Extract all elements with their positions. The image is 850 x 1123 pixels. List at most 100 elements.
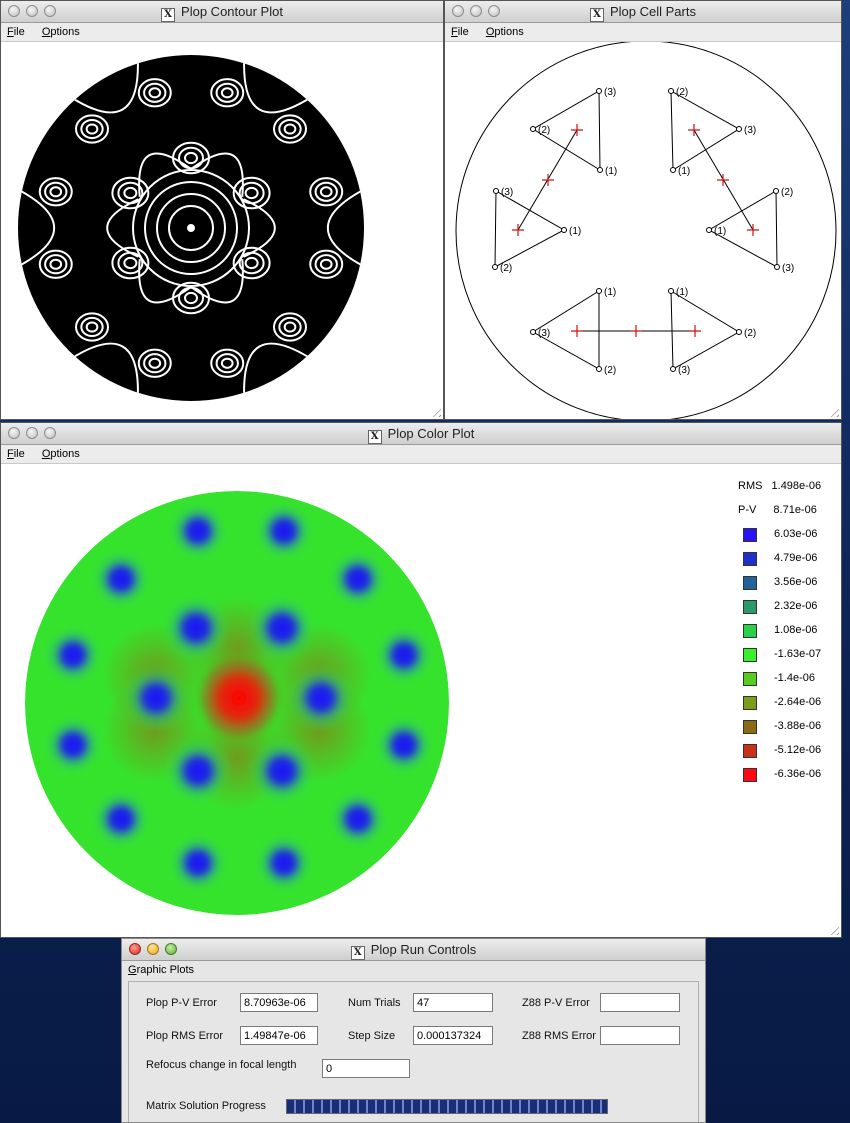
cell-vertex bbox=[492, 264, 498, 270]
cell-centroid-marker bbox=[542, 174, 554, 186]
num-trials-field[interactable] bbox=[413, 993, 493, 1012]
color-region-blue bbox=[122, 664, 190, 732]
cell-vertex bbox=[670, 167, 676, 173]
legend-swatch bbox=[743, 768, 757, 782]
cell-vertex bbox=[493, 188, 499, 194]
cell-vertex-label: (2) bbox=[781, 187, 793, 198]
cell-vertex bbox=[736, 329, 742, 335]
plop-pv-error-field[interactable] bbox=[240, 993, 318, 1012]
cell-vertex bbox=[736, 126, 742, 132]
legend-value: 3.56e-06 bbox=[774, 576, 818, 588]
color-region-blue bbox=[287, 664, 355, 732]
color-region-blue bbox=[162, 594, 230, 662]
cell-vertex bbox=[596, 88, 602, 94]
legend-swatch bbox=[743, 696, 757, 710]
menu-graphic-plots[interactable]: Graphic Plots bbox=[128, 964, 202, 976]
window-title: Plop Run Controls bbox=[370, 942, 477, 957]
cell-centroid-marker bbox=[689, 325, 701, 337]
refocus-label: Refocus change in focal length bbox=[146, 1059, 297, 1071]
progress-fill bbox=[287, 1100, 607, 1113]
cell-vertex bbox=[706, 227, 712, 233]
cells-menubar: File Options bbox=[445, 23, 841, 42]
cell-centroid-marker bbox=[571, 124, 583, 136]
x11-icon: X bbox=[367, 430, 382, 444]
legend-value: -3.88e-06 bbox=[774, 720, 822, 732]
cell-vertex bbox=[668, 288, 674, 294]
plop-pv-error-label: Plop P-V Error bbox=[146, 997, 217, 1009]
cell-triangle bbox=[670, 90, 740, 171]
legend-swatch bbox=[743, 744, 757, 758]
matrix-progress-bar bbox=[286, 1099, 608, 1114]
cells-titlebar[interactable]: X Plop Cell Parts bbox=[445, 1, 841, 23]
z88-pv-error-field[interactable] bbox=[600, 993, 680, 1012]
resize-grip-icon[interactable] bbox=[827, 923, 839, 935]
color-titlebar[interactable]: X Plop Color Plot bbox=[1, 423, 841, 445]
legend-value: -5.12e-06 bbox=[774, 744, 822, 756]
cell-vertex-label: (3) bbox=[604, 87, 616, 98]
legend-value: -1.63e-07 bbox=[774, 648, 822, 660]
cell-vertex bbox=[597, 167, 603, 173]
legend-swatch bbox=[743, 552, 757, 566]
cell-vertex bbox=[596, 366, 602, 372]
cell-centroid-marker bbox=[571, 325, 583, 337]
menu-options[interactable]: Options bbox=[486, 26, 532, 38]
legend-value: 1.08e-06 bbox=[774, 624, 818, 636]
legend-swatch bbox=[743, 528, 757, 542]
cell-vertex bbox=[596, 288, 602, 294]
cell-vertex-label: (2) bbox=[744, 328, 756, 339]
contour-plot bbox=[18, 55, 364, 401]
legend-value: 2.32e-06 bbox=[774, 600, 818, 612]
menu-options[interactable]: Options bbox=[42, 26, 88, 38]
cell-centroid-marker bbox=[512, 224, 524, 236]
menu-options[interactable]: Options bbox=[42, 448, 88, 460]
color-region-blue bbox=[328, 789, 388, 849]
window-title: Plop Color Plot bbox=[387, 426, 475, 441]
menu-file[interactable]: File bbox=[7, 448, 33, 460]
cell-parts-plot: (3) (1) (2) (2) (1) (3) (3) (2) (1) (2) (3) (1) (1) (… bbox=[455, 42, 837, 419]
cell-vertex-label: (2) bbox=[538, 125, 550, 136]
window-title: Plop Contour Plot bbox=[181, 4, 283, 19]
color-region-blue bbox=[254, 833, 314, 893]
color-region-blue bbox=[168, 833, 228, 893]
run-menubar: Graphic Plots bbox=[122, 961, 705, 979]
color-region-red bbox=[195, 654, 283, 742]
step-size-label: Step Size bbox=[348, 1030, 396, 1042]
legend-swatch bbox=[743, 576, 757, 590]
z88-rms-error-field[interactable] bbox=[600, 1026, 680, 1045]
step-size-field[interactable] bbox=[413, 1026, 493, 1045]
cell-vertex-label: (2) bbox=[676, 87, 688, 98]
legend-value: -2.64e-06 bbox=[774, 696, 822, 708]
legend-value: -6.36e-06 bbox=[774, 768, 822, 780]
cell-vertex-label: (1) bbox=[676, 287, 688, 298]
refocus-field[interactable] bbox=[322, 1059, 410, 1078]
x11-icon: X bbox=[161, 8, 176, 22]
cell-vertex-label: (1) bbox=[714, 226, 726, 237]
run-titlebar[interactable]: X Plop Run Controls bbox=[122, 939, 705, 961]
matrix-progress-label: Matrix Solution Progress bbox=[146, 1100, 266, 1112]
x11-icon: X bbox=[590, 8, 604, 22]
legend-value: -1.4e-06 bbox=[774, 672, 815, 684]
color-region-blue bbox=[248, 594, 316, 662]
cell-centroid-marker bbox=[688, 124, 700, 136]
menu-file[interactable]: File bbox=[7, 26, 33, 38]
legend-value: 4.79e-06 bbox=[774, 552, 818, 564]
color-region-blue bbox=[164, 737, 232, 805]
rms-readout: RMS 1.498e-06 bbox=[738, 480, 821, 492]
cell-parts-window: X Plop Cell Parts File Options (3) (1) (2) (… bbox=[444, 0, 842, 420]
cell-vertex bbox=[774, 264, 780, 270]
cell-vertex-label: (3) bbox=[744, 125, 756, 136]
color-region-blue bbox=[254, 501, 314, 561]
plop-rms-error-field[interactable] bbox=[240, 1026, 318, 1045]
contour-titlebar[interactable]: X Plop Contour Plot bbox=[1, 1, 443, 23]
x11-icon: X bbox=[350, 946, 365, 960]
cell-vertex-label: (2) bbox=[500, 263, 512, 274]
color-map-plot bbox=[25, 491, 449, 915]
contour-plot-window: X Plop Contour Plot File Options bbox=[0, 0, 444, 420]
legend-swatch bbox=[743, 600, 757, 614]
cell-vertex bbox=[668, 88, 674, 94]
cell-vertex-label: (3) bbox=[538, 328, 550, 339]
cell-vertex-label: (2) bbox=[604, 365, 616, 376]
menu-file[interactable]: File bbox=[451, 26, 477, 38]
color-region-blue bbox=[168, 501, 228, 561]
color-plot-window: X Plop Color Plot File Options bbox=[0, 422, 842, 938]
